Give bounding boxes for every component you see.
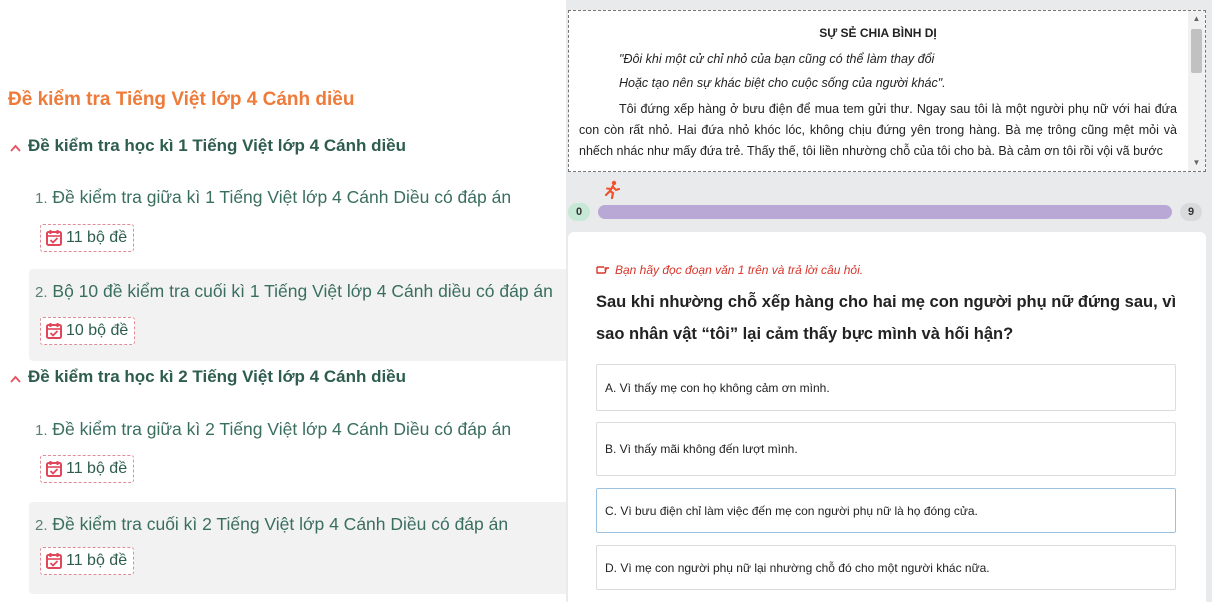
answer-option-a[interactable]: A. Vì thấy mẹ con họ không cảm ơn mình. bbox=[596, 364, 1176, 411]
answer-option-d[interactable]: D. Vì mẹ con người phụ nữ lại nhường chỗ… bbox=[596, 545, 1176, 590]
scrollbar-thumb[interactable] bbox=[1191, 29, 1202, 73]
set-count-badge[interactable]: 10 bộ đề bbox=[40, 317, 136, 345]
passage-quote-line: "Đôi khi một cử chỉ nhỏ của bạn cũng có … bbox=[619, 52, 935, 66]
badge-label: 11 bộ đề bbox=[66, 229, 128, 246]
exam-list-panel: Đề kiểm tra Tiếng Việt lớp 4 Cánh diều Đ… bbox=[0, 0, 566, 602]
exam-link[interactable]: 2. Đề kiểm tra cuối kì 2 Tiếng Việt lớp … bbox=[35, 514, 508, 535]
pointing-hand-icon bbox=[596, 262, 610, 277]
calendar-check-icon bbox=[46, 323, 62, 339]
passage-title: SỰ SẺ CHIA BÌNH DỊ bbox=[819, 26, 937, 40]
progress-bar: 0 9 bbox=[566, 178, 1212, 228]
hint-text: Bạn hãy đọc đoạn văn 1 trên và trả lời c… bbox=[615, 262, 864, 277]
section-heading: Đề kiểm tra học kì 1 Tiếng Việt lớp 4 Cá… bbox=[28, 136, 407, 155]
list-item: 2. Đề kiểm tra cuối kì 2 Tiếng Việt lớp … bbox=[29, 502, 566, 594]
section-heading: Đề kiểm tra học kì 2 Tiếng Việt lớp 4 Cá… bbox=[28, 367, 407, 386]
chevron-up-icon bbox=[10, 140, 21, 155]
set-count-badge[interactable]: 11 bộ đề bbox=[40, 547, 135, 575]
item-title: Đề kiểm tra cuối kì 2 Tiếng Việt lớp 4 C… bbox=[52, 514, 509, 534]
answer-option-b[interactable]: B. Vì thấy mãi không đến lượt mình. bbox=[596, 422, 1176, 476]
progress-track bbox=[598, 205, 1172, 219]
item-title: Bộ 10 đề kiểm tra cuối kì 1 Tiếng Việt l… bbox=[52, 281, 553, 301]
item-number: 1. bbox=[35, 190, 48, 207]
calendar-check-icon bbox=[46, 461, 62, 477]
item-title: Đề kiểm tra giữa kì 2 Tiếng Việt lớp 4 C… bbox=[52, 419, 512, 439]
section-header-hk2[interactable]: Đề kiểm tra học kì 2 Tiếng Việt lớp 4 Cá… bbox=[10, 367, 406, 387]
reading-passage-box[interactable]: SỰ SẺ CHIA BÌNH DỊ "Đôi khi một cử chỉ n… bbox=[568, 10, 1206, 172]
progress-current-count: 0 bbox=[568, 203, 590, 221]
question-card: Bạn hãy đọc đoạn văn 1 trên và trả lời c… bbox=[568, 232, 1206, 602]
set-count-badge[interactable]: 11 bộ đề bbox=[40, 455, 135, 483]
item-number: 2. bbox=[35, 284, 48, 301]
chevron-up-icon bbox=[10, 371, 21, 386]
exam-link[interactable]: 1. Đề kiểm tra giữa kì 2 Tiếng Việt lớp … bbox=[35, 419, 511, 440]
passage-paragraph: Tôi đứng xếp hàng ở bưu điện để mua tem … bbox=[579, 102, 1177, 158]
quiz-panel: SỰ SẺ CHIA BÌNH DỊ "Đôi khi một cử chỉ n… bbox=[566, 0, 1212, 602]
list-item: 1. Đề kiểm tra giữa kì 2 Tiếng Việt lớp … bbox=[29, 407, 566, 499]
passage-scrollbar[interactable]: ▲ ▼ bbox=[1188, 11, 1205, 171]
calendar-check-icon bbox=[46, 553, 62, 569]
badge-label: 10 bộ đề bbox=[66, 322, 129, 339]
calendar-check-icon bbox=[46, 230, 62, 246]
list-item: 2. Bộ 10 đề kiểm tra cuối kì 1 Tiếng Việ… bbox=[29, 269, 566, 361]
set-count-badge[interactable]: 11 bộ đề bbox=[40, 224, 135, 252]
item-title: Đề kiểm tra giữa kì 1 Tiếng Việt lớp 4 C… bbox=[52, 187, 512, 207]
scroll-up-arrow-icon[interactable]: ▲ bbox=[1188, 11, 1205, 27]
question-text: Sau khi nhường chỗ xếp hàng cho hai mẹ c… bbox=[596, 293, 1177, 343]
answer-option-c[interactable]: C. Vì bưu điện chỉ làm việc đến mẹ con n… bbox=[596, 488, 1176, 533]
passage-quote-line: Hoặc tạo nên sự khác biệt cho cuộc sống … bbox=[619, 76, 946, 90]
item-number: 1. bbox=[35, 422, 48, 439]
section-header-hk1[interactable]: Đề kiểm tra học kì 1 Tiếng Việt lớp 4 Cá… bbox=[10, 136, 406, 156]
question-hint: Bạn hãy đọc đoạn văn 1 trên và trả lời c… bbox=[596, 262, 863, 277]
item-number: 2. bbox=[35, 517, 48, 534]
page-title: Đề kiểm tra Tiếng Việt lớp 4 Cánh diều bbox=[8, 89, 355, 110]
running-person-icon bbox=[604, 180, 620, 200]
exam-link[interactable]: 1. Đề kiểm tra giữa kì 1 Tiếng Việt lớp … bbox=[35, 187, 511, 208]
badge-label: 11 bộ đề bbox=[66, 460, 128, 477]
reading-passage: SỰ SẺ CHIA BÌNH DỊ "Đôi khi một cử chỉ n… bbox=[579, 23, 1177, 162]
progress-total-count: 9 bbox=[1180, 203, 1202, 221]
badge-label: 11 bộ đề bbox=[66, 552, 128, 569]
list-item: 1. Đề kiểm tra giữa kì 1 Tiếng Việt lớp … bbox=[29, 175, 566, 267]
exam-link[interactable]: 2. Bộ 10 đề kiểm tra cuối kì 1 Tiếng Việ… bbox=[35, 281, 553, 302]
scroll-down-arrow-icon[interactable]: ▼ bbox=[1188, 155, 1205, 171]
